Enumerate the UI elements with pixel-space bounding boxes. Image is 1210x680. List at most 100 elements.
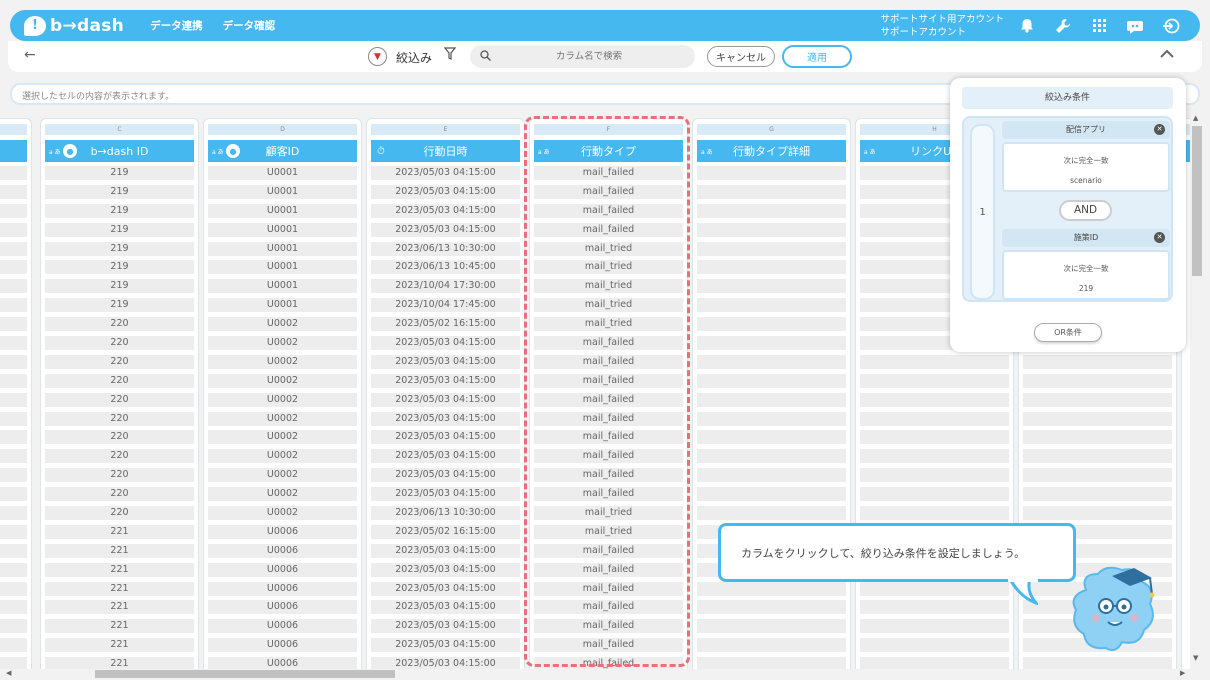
table-cell[interactable] xyxy=(1023,487,1172,502)
table-cell[interactable]: 2023/06/13 10:45:00 xyxy=(371,260,520,275)
table-cell[interactable] xyxy=(0,184,27,199)
table-cell[interactable] xyxy=(0,468,27,483)
remove-condition-close-icon[interactable]: ✕ xyxy=(1154,232,1165,243)
table-cell[interactable]: U0002 xyxy=(208,506,357,521)
clear-filter-icon[interactable] xyxy=(443,47,457,64)
table-cell[interactable]: 2023/06/13 10:30:00 xyxy=(371,241,520,256)
table-cell[interactable] xyxy=(697,279,846,294)
table-cell[interactable] xyxy=(0,392,27,407)
table-cell[interactable] xyxy=(697,506,846,521)
table-cell[interactable] xyxy=(1023,449,1172,464)
table-cell[interactable] xyxy=(0,619,27,634)
table-cell[interactable] xyxy=(0,373,27,388)
table-cell[interactable] xyxy=(860,619,1009,634)
cancel-button[interactable]: キャンセル xyxy=(707,46,775,67)
table-cell[interactable]: U0001 xyxy=(208,184,357,199)
table-cell[interactable] xyxy=(0,543,27,558)
table-cell[interactable]: 219 xyxy=(45,166,194,180)
table-cell[interactable]: 2023/05/03 04:15:00 xyxy=(371,600,520,615)
scroll-up-arrow-icon[interactable]: ▲ xyxy=(1193,114,1198,122)
table-cell[interactable] xyxy=(697,581,846,596)
table-cell[interactable]: U0001 xyxy=(208,260,357,275)
vertical-scrollbar[interactable]: ▲ ▼ xyxy=(1190,112,1204,668)
table-cell[interactable]: 2023/05/03 04:15:00 xyxy=(371,354,520,369)
and-operator-button[interactable]: AND xyxy=(1059,200,1112,221)
table-cell[interactable]: 220 xyxy=(45,430,194,445)
table-cell[interactable] xyxy=(0,411,27,426)
table-cell[interactable] xyxy=(860,430,1009,445)
table-cell[interactable]: 2023/05/03 04:15:00 xyxy=(371,392,520,407)
table-cell[interactable] xyxy=(697,373,846,388)
table-cell[interactable] xyxy=(0,430,27,445)
menu-item-data-integration[interactable]: データ連携 xyxy=(150,18,203,33)
table-cell[interactable] xyxy=(0,506,27,521)
collapse-chevron-up-icon[interactable] xyxy=(1160,46,1174,62)
bell-icon[interactable] xyxy=(1016,15,1038,37)
table-cell[interactable] xyxy=(860,411,1009,426)
table-cell[interactable]: U0002 xyxy=(208,487,357,502)
table-cell[interactable]: U0001 xyxy=(208,166,357,180)
table-cell[interactable]: mail_failed xyxy=(534,638,683,653)
horizontal-scrollbar[interactable]: ◀ ▶ xyxy=(0,669,1190,680)
remove-condition-close-icon[interactable]: ✕ xyxy=(1154,124,1165,135)
table-cell[interactable] xyxy=(860,600,1009,615)
table-cell[interactable]: 221 xyxy=(45,562,194,577)
table-cell[interactable] xyxy=(0,222,27,237)
table-cell[interactable] xyxy=(860,638,1009,653)
column-header-action-type[interactable]: a あ 行動タイプ xyxy=(534,140,683,162)
table-cell[interactable] xyxy=(1023,411,1172,426)
table-cell[interactable]: U0002 xyxy=(208,411,357,426)
table-cell[interactable]: U0006 xyxy=(208,581,357,596)
table-cell[interactable]: U0001 xyxy=(208,279,357,294)
table-cell[interactable]: 2023/05/03 04:15:00 xyxy=(371,166,520,180)
table-cell[interactable]: 2023/10/04 17:45:00 xyxy=(371,298,520,313)
column-header-customer-id[interactable]: a あ ● 顧客ID xyxy=(208,140,357,162)
column-header-action-type-detail[interactable]: a あ 行動タイプ詳細 xyxy=(697,140,846,162)
table-cell[interactable] xyxy=(0,581,27,596)
filter-funnel-icon[interactable]: ▼ xyxy=(368,47,387,66)
table-cell[interactable]: 220 xyxy=(45,506,194,521)
table-cell[interactable] xyxy=(1023,354,1172,369)
table-cell[interactable]: U0002 xyxy=(208,373,357,388)
table-cell[interactable]: mail_failed xyxy=(534,203,683,218)
table-cell[interactable] xyxy=(0,354,27,369)
table-cell[interactable]: mail_tried xyxy=(534,506,683,521)
condition-body[interactable]: 次に完全一致 219 xyxy=(1002,250,1170,300)
table-cell[interactable]: 220 xyxy=(45,468,194,483)
table-cell[interactable]: 2023/05/03 04:15:00 xyxy=(371,619,520,634)
table-cell[interactable]: 2023/05/03 04:15:00 xyxy=(371,638,520,653)
table-cell[interactable]: 219 xyxy=(45,203,194,218)
table-cell[interactable]: mail_failed xyxy=(534,222,683,237)
table-cell[interactable] xyxy=(697,222,846,237)
table-cell[interactable]: U0002 xyxy=(208,336,357,351)
table-cell[interactable]: U0006 xyxy=(208,638,357,653)
table-cell[interactable]: 2023/05/03 04:15:00 xyxy=(371,430,520,445)
back-arrow-icon[interactable]: ← xyxy=(24,47,36,63)
table-cell[interactable]: 2023/05/03 04:15:00 xyxy=(371,562,520,577)
table-cell[interactable]: U0001 xyxy=(208,241,357,256)
table-cell[interactable]: U0006 xyxy=(208,543,357,558)
table-cell[interactable] xyxy=(0,260,27,275)
table-cell[interactable] xyxy=(860,487,1009,502)
table-cell[interactable]: mail_failed xyxy=(534,562,683,577)
table-cell[interactable] xyxy=(860,506,1009,521)
table-cell[interactable]: 2023/05/02 16:15:00 xyxy=(371,317,520,332)
table-cell[interactable]: mail_failed xyxy=(534,184,683,199)
table-cell[interactable] xyxy=(697,449,846,464)
table-cell[interactable]: mail_failed xyxy=(534,487,683,502)
table-cell[interactable]: 221 xyxy=(45,543,194,558)
column-header-bdash-id[interactable]: a あ ● b→dash ID xyxy=(45,140,194,162)
account-info[interactable]: サポートサイト用アカウント サポートアカウント xyxy=(880,13,1004,39)
table-cell[interactable] xyxy=(0,487,27,502)
scroll-down-arrow-icon[interactable]: ▼ xyxy=(1193,654,1198,662)
table-cell[interactable]: 2023/05/03 04:15:00 xyxy=(371,373,520,388)
column-header-partial[interactable] xyxy=(0,140,27,162)
table-cell[interactable]: 2023/05/03 04:15:00 xyxy=(371,336,520,351)
table-cell[interactable]: U0002 xyxy=(208,430,357,445)
table-cell[interactable]: 2023/05/03 04:15:00 xyxy=(371,543,520,558)
table-cell[interactable]: mail_failed xyxy=(534,373,683,388)
table-cell[interactable]: mail_failed xyxy=(534,543,683,558)
table-cell[interactable] xyxy=(0,317,27,332)
table-cell[interactable]: mail_failed xyxy=(534,411,683,426)
table-cell[interactable] xyxy=(697,298,846,313)
